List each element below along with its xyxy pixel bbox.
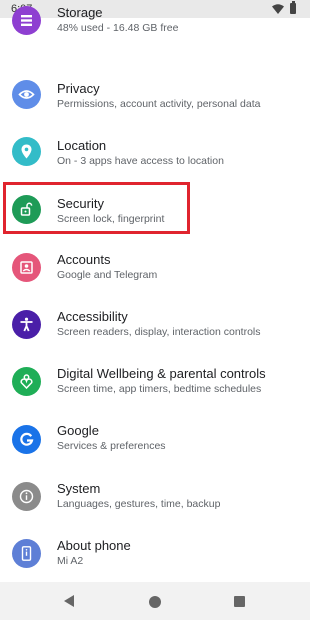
settings-item-privacy[interactable]: Privacy Permissions, account activity, p… bbox=[0, 76, 310, 133]
wellbeing-heart-icon bbox=[12, 367, 41, 396]
settings-item-subtitle: Google and Telegram bbox=[57, 269, 158, 281]
google-g-icon bbox=[12, 425, 41, 454]
settings-item-accounts[interactable]: Accounts Google and Telegram bbox=[0, 250, 310, 307]
storage-icon bbox=[12, 6, 41, 35]
settings-item-title: Accounts bbox=[57, 252, 111, 267]
settings-item-storage[interactable]: Storage 48% used - 16.48 GB free bbox=[0, 0, 310, 57]
settings-item-title: Google bbox=[57, 423, 99, 438]
privacy-eye-icon bbox=[12, 80, 41, 109]
navigation-bar bbox=[0, 582, 310, 620]
settings-item-title: About phone bbox=[57, 538, 131, 553]
settings-item-subtitle: Services & preferences bbox=[57, 440, 166, 452]
location-pin-icon bbox=[12, 137, 41, 166]
settings-item-subtitle: On - 3 apps have access to location bbox=[57, 155, 224, 167]
settings-item-title: Digital Wellbeing & parental controls bbox=[57, 366, 266, 381]
settings-item-subtitle: Mi A2 bbox=[57, 555, 84, 567]
settings-item-subtitle: Languages, gestures, time, backup bbox=[57, 498, 221, 510]
security-highlight-box bbox=[3, 182, 190, 234]
account-box-icon bbox=[12, 253, 41, 282]
phone-icon bbox=[12, 539, 41, 568]
settings-item-accessibility[interactable]: Accessibility Screen readers, display, i… bbox=[0, 307, 310, 364]
info-icon bbox=[12, 482, 41, 511]
settings-item-subtitle: Screen readers, display, interaction con… bbox=[57, 326, 261, 338]
settings-item-subtitle: 48% used - 16.48 GB free bbox=[57, 22, 179, 34]
settings-item-subtitle: Permissions, account activity, personal … bbox=[57, 98, 261, 110]
recents-icon[interactable] bbox=[234, 596, 245, 607]
home-icon[interactable] bbox=[149, 596, 161, 608]
settings-item-title: Storage bbox=[57, 5, 103, 20]
back-icon[interactable] bbox=[62, 594, 76, 608]
settings-item-system[interactable]: System Languages, gestures, time, backup bbox=[0, 478, 310, 535]
accessibility-icon bbox=[12, 310, 41, 339]
settings-item-title: Accessibility bbox=[57, 309, 128, 324]
settings-item-subtitle: Screen time, app timers, bedtime schedul… bbox=[57, 383, 262, 395]
settings-item-title: Location bbox=[57, 138, 107, 153]
settings-item-google[interactable]: Google Services & preferences bbox=[0, 421, 310, 478]
settings-item-digital-wellbeing[interactable]: Digital Wellbeing & parental controls Sc… bbox=[0, 364, 310, 421]
settings-item-title: Privacy bbox=[57, 81, 100, 96]
settings-item-title: System bbox=[57, 481, 101, 496]
